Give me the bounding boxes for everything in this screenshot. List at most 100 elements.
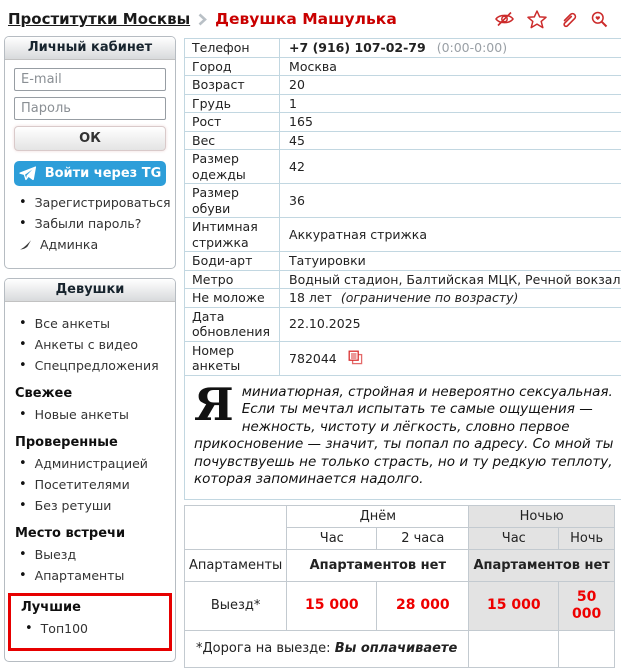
metro-value: Водный стадион, Балтийская МЦК, Речной в… (280, 270, 621, 289)
row-label: Номер анкеты (185, 341, 280, 375)
main-content: Телефон +7 (916) 107-02-79 (0:00-0:00) Г… (184, 38, 615, 668)
age-limit-note: (ограничение по возрасту) (341, 290, 519, 305)
sidebar-item-verified-admin[interactable]: • Администрацией (19, 456, 166, 471)
sidebar-item-top100[interactable]: • Топ100 (25, 621, 160, 636)
bullet-icon: • (19, 459, 27, 469)
bullet-icon: • (19, 219, 27, 229)
sidebar-item-video-profiles[interactable]: • Анкеты с видео (19, 337, 166, 352)
group-header-fresh: Свежее (15, 386, 166, 401)
star-icon[interactable] (527, 10, 547, 29)
age-limit-value: 18 лет (289, 290, 332, 305)
sidebar-item-special-offers[interactable]: • Спецпредложения (19, 358, 166, 373)
row-label: Вес (185, 131, 280, 150)
copy-icon[interactable] (348, 350, 363, 365)
group-header-meeting-place: Место встречи (15, 526, 166, 541)
night-full-header: Ночь (559, 527, 615, 549)
row-value: 1 (280, 94, 621, 113)
account-links: • Зарегистрироваться • Забыли пароль? Ад… (14, 195, 166, 252)
pricing-header-row: Днём Ночью (185, 505, 615, 527)
row-value: 36 (280, 184, 621, 218)
best-highlight-box: Лучшие • Топ100 (8, 593, 172, 651)
sidebar-item-all-profiles[interactable]: • Все анкеты (19, 316, 166, 331)
pricing-corner-cell (185, 505, 287, 549)
topbar: Проститутки Москвы Девушка Машулька (0, 0, 621, 36)
night-header: Ночью (469, 505, 615, 527)
eye-off-icon[interactable] (494, 10, 515, 28)
paperclip-icon[interactable] (559, 10, 578, 29)
row-label: Метро (185, 270, 280, 289)
account-panel: Личный кабинет ОК Войти через TG • Зарег… (4, 36, 176, 269)
table-row: Дата обновления 22.10.2025 (185, 307, 621, 341)
row-value: 42 (280, 150, 621, 184)
group-header-best: Лучшие (21, 600, 160, 615)
magnifier-icon[interactable] (590, 10, 609, 29)
admin-link[interactable]: Админка (19, 237, 166, 252)
email-field[interactable] (14, 68, 166, 91)
row-label: Не моложе (185, 289, 280, 308)
table-row: Грудь 1 (185, 94, 621, 113)
row-label: Интимная стрижка (185, 218, 280, 252)
telegram-plane-icon (19, 166, 36, 181)
row-value: 165 (280, 113, 621, 132)
outcall-night-hour-price: 15 000 (469, 581, 559, 630)
row-label: Размер одежды (185, 150, 280, 184)
admin-tool-icon (19, 239, 32, 251)
apartments-day-value: Апартаментов нет (287, 549, 469, 581)
outcall-label: Выезд* (185, 581, 287, 630)
profile-action-icons (494, 10, 609, 29)
sidebar-item-apartments[interactable]: • Апартаменты (19, 568, 166, 583)
bullet-icon: • (19, 198, 27, 208)
table-row: Боди-арт Татуировки (185, 252, 621, 271)
day-header: Днём (287, 505, 469, 527)
row-value: Татуировки (280, 252, 621, 271)
register-link[interactable]: • Зарегистрироваться (19, 195, 166, 210)
bullet-icon: • (19, 340, 27, 350)
row-label: Рост (185, 113, 280, 132)
apartments-label: Апартаменты (185, 549, 287, 581)
bullet-icon: • (19, 550, 27, 560)
footnote-empty-cell (469, 630, 559, 667)
account-panel-title: Личный кабинет (5, 37, 175, 60)
sidebar-item-no-retouch[interactable]: • Без ретуши (19, 498, 166, 513)
description-text: миниатюрная, стройная и невероятно сексу… (194, 384, 613, 488)
bullet-icon: • (19, 410, 27, 420)
sidebar-item-outcall[interactable]: • Выезд (19, 547, 166, 562)
row-label: Дата обновления (185, 307, 280, 341)
phone-number: +7 (916) 107-02-79 (289, 40, 426, 55)
description-row: Я миниатюрная, стройная и невероятно сек… (185, 375, 621, 499)
apartments-row: Апартаменты Апартаментов нет Апартаменто… (185, 549, 615, 581)
day-2h-header: 2 часа (377, 527, 469, 549)
row-label: Телефон (185, 39, 280, 58)
outcall-day-hour-price: 15 000 (287, 581, 377, 630)
bullet-icon: • (19, 501, 27, 511)
password-field[interactable] (14, 97, 166, 120)
table-row: Номер анкеты 782044 (185, 341, 621, 375)
telegram-login-button[interactable]: Войти через TG (14, 161, 166, 186)
bullet-icon: • (19, 571, 27, 581)
group-header-verified: Проверенные (15, 435, 166, 450)
outcall-night-full-price: 50 000 (559, 581, 615, 630)
night-hour-header: Час (469, 527, 559, 549)
row-value: 45 (280, 131, 621, 150)
outcall-day-2h-price: 28 000 (377, 581, 469, 630)
table-row: Город Москва (185, 57, 621, 76)
bullet-icon: • (19, 361, 27, 371)
login-ok-button[interactable]: ОК (14, 126, 166, 151)
girls-top-links: • Все анкеты • Анкеты с видео • Спецпред… (14, 316, 166, 373)
bullet-icon: • (19, 480, 27, 490)
row-value: Аккуратная стрижка (280, 218, 621, 252)
sidebar-item-new-profiles[interactable]: • Новые анкеты (19, 407, 166, 422)
row-label: Боди-арт (185, 252, 280, 271)
table-row: Размер одежды 42 (185, 150, 621, 184)
girls-panel: Девушки • Все анкеты • Анкеты с видео • … (4, 278, 176, 662)
forgot-password-link[interactable]: • Забыли пароль? (19, 216, 166, 231)
table-row: Возраст 20 (185, 76, 621, 95)
row-label: Грудь (185, 94, 280, 113)
table-row: Не моложе 18 лет (ограничение по возраст… (185, 289, 621, 308)
breadcrumb-root-link[interactable]: Проститутки Москвы (8, 10, 190, 28)
outcall-row: Выезд* 15 000 28 000 15 000 50 000 (185, 581, 615, 630)
sidebar: Личный кабинет ОК Войти через TG • Зарег… (4, 36, 176, 671)
phone-hours: (0:00-0:00) (437, 40, 507, 55)
sidebar-item-verified-visitors[interactable]: • Посетителями (19, 477, 166, 492)
chevron-right-icon (198, 13, 207, 26)
